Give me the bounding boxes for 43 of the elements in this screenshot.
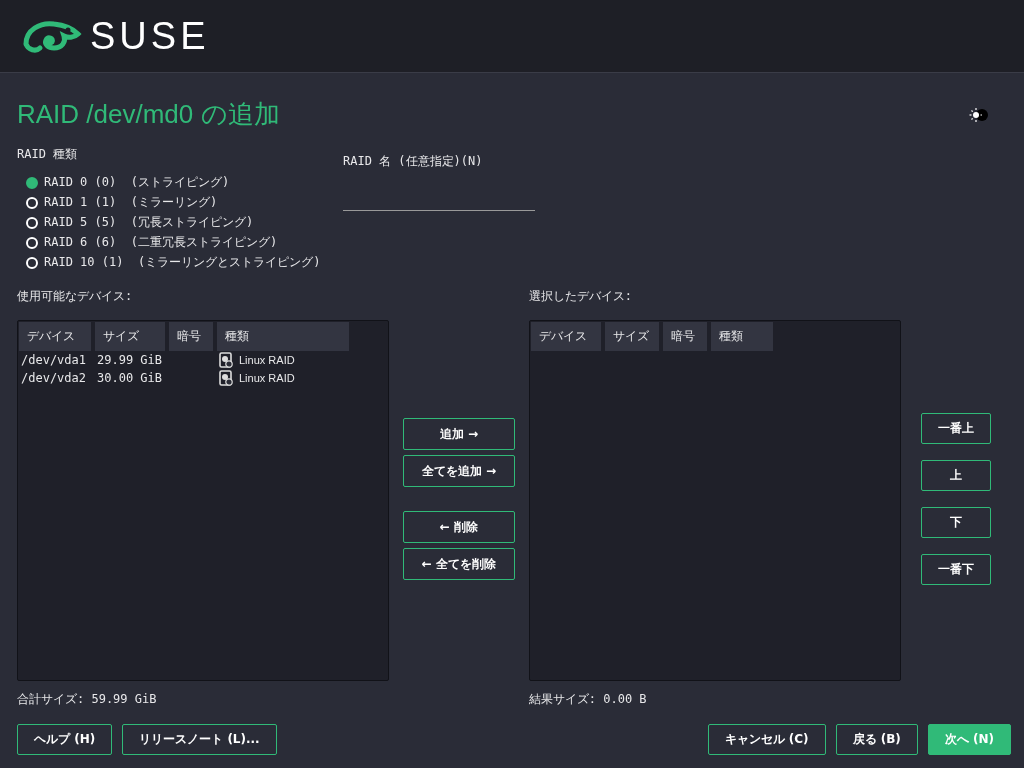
total-size-text: 合計サイズ: 59.99 GiB xyxy=(17,691,158,708)
raid-type-radio[interactable]: RAID 5 (5) (冗長ストライピング) xyxy=(26,214,317,231)
column-header[interactable]: デバイス xyxy=(19,322,91,351)
move-button[interactable]: 一番下 xyxy=(920,554,991,585)
column-header[interactable]: デバイス xyxy=(530,322,601,351)
transfer-button[interactable]: ← 全てを削除 xyxy=(402,548,515,580)
table-cell-text: 30.00 GiB xyxy=(96,371,164,385)
result-size-text: 結果サイズ: 0.00 B xyxy=(528,691,648,708)
raid-type-radio[interactable]: RAID 0 (0) (ストライピング) xyxy=(26,174,317,191)
brand-name: SUSE xyxy=(90,14,210,58)
column-header[interactable]: 種類 xyxy=(217,322,349,351)
column-header[interactable]: サイズ xyxy=(604,322,659,351)
table-cell: Linux RAID xyxy=(239,372,295,384)
table-cell-text: 29.99 GiB xyxy=(96,353,164,367)
chameleon-logo-icon xyxy=(22,18,82,54)
raid-type-radio[interactable]: RAID 10 (1) (ミラーリングとストライピング) xyxy=(26,254,317,271)
column-header[interactable]: 暗号 xyxy=(662,322,707,351)
move-button[interactable]: 上 xyxy=(920,460,991,491)
footer-button[interactable]: キャンセル (C) xyxy=(707,724,826,755)
table-cell-text: /dev/vda2 xyxy=(20,371,88,385)
page-title: RAID /dev/md0 の追加 xyxy=(17,98,280,131)
transfer-button[interactable]: ← 削除 xyxy=(402,511,515,543)
available-devices-label: 使用可能なデバイス: xyxy=(17,288,134,305)
move-button[interactable]: 一番上 xyxy=(920,413,991,444)
footer-button[interactable]: ヘルプ (H) xyxy=(17,724,113,755)
transfer-button[interactable]: 追加 → xyxy=(402,418,515,450)
raid-name-label: RAID 名 (任意指定)(N) xyxy=(343,153,484,170)
device-row[interactable]: /dev/vda1 29.99 GiB Linux RAID xyxy=(19,351,388,369)
transfer-button[interactable]: 全てを追加 → xyxy=(402,455,515,487)
column-header[interactable]: 暗号 xyxy=(169,322,213,351)
raid-type-radio[interactable]: RAID 6 (6) (二重冗長ストライピング) xyxy=(26,234,317,251)
footer-button[interactable]: 戻る (B) xyxy=(835,724,918,755)
column-header[interactable]: 種類 xyxy=(710,322,773,351)
move-button[interactable]: 下 xyxy=(920,507,991,538)
raid-type-label: RAID 種類 xyxy=(17,146,79,163)
raid-type-radio[interactable]: RAID 1 (1) (ミラーリング) xyxy=(26,194,317,211)
device-row[interactable]: /dev/vda2 30.00 GiB Linux RAID xyxy=(19,369,388,387)
table-cell-text: /dev/vda1 xyxy=(20,353,88,367)
column-header[interactable]: サイズ xyxy=(95,322,165,351)
selected-devices-label: 選択したデバイス: xyxy=(528,288,633,305)
theme-toggle-icon[interactable] xyxy=(969,106,989,123)
table-cell: Linux RAID xyxy=(239,354,295,366)
footer-button[interactable]: リリースノート (L)... xyxy=(122,724,277,755)
